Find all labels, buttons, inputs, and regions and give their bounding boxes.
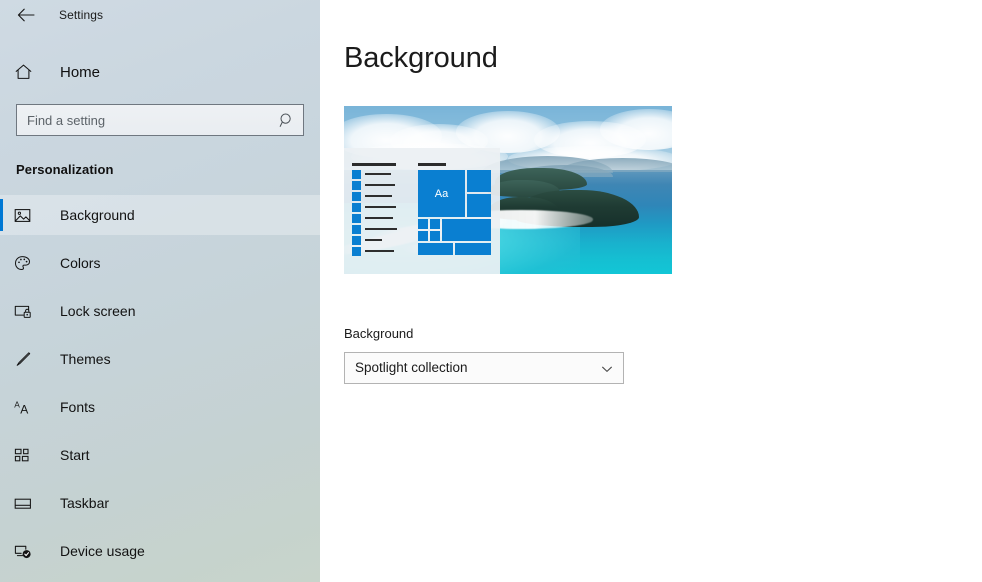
search-field-container — [16, 104, 304, 136]
sidebar-item-fonts-label: Fonts — [60, 400, 95, 414]
sidebar-item-lock-screen[interactable]: Lock screen — [0, 291, 320, 331]
sidebar-item-taskbar-label: Taskbar — [60, 496, 109, 510]
svg-text:A: A — [20, 402, 28, 415]
sidebar-item-taskbar[interactable]: Taskbar — [0, 483, 320, 523]
sidebar-item-background-label: Background — [60, 208, 135, 222]
sidebar: Settings Home Personalization — [0, 0, 320, 582]
app-label-line — [365, 239, 382, 241]
app-label-line — [365, 173, 391, 175]
app-label-line — [365, 228, 397, 230]
start-menu-list-item — [352, 214, 412, 222]
start-menu-list-item — [352, 225, 412, 233]
app-tile-square — [352, 192, 361, 201]
start-tile — [418, 243, 453, 255]
sidebar-item-themes[interactable]: Themes — [0, 339, 320, 379]
start-tile — [467, 170, 491, 192]
chevron-down-icon — [601, 362, 613, 374]
start-tile — [467, 194, 491, 217]
sidebar-item-home[interactable]: Home — [0, 54, 320, 90]
page-title: Background — [344, 44, 498, 73]
start-tile — [430, 219, 440, 229]
app-label-line — [365, 195, 392, 197]
start-menu-list-item — [352, 181, 412, 189]
start-menu-list-item — [352, 192, 412, 200]
main-content: Background — [320, 0, 982, 582]
start-menu-list-item — [352, 236, 412, 244]
desktop-wallpaper-preview[interactable]: Aa — [344, 106, 672, 274]
background-select-container: Spotlight collection — [344, 352, 624, 384]
app-tile-square — [352, 225, 361, 234]
start-menu-mockup: Aa — [344, 148, 500, 274]
sidebar-item-background[interactable]: Background — [0, 195, 320, 235]
start-menu-list-item — [352, 170, 412, 178]
sidebar-item-device-usage[interactable]: Device usage — [0, 531, 320, 571]
sidebar-item-fonts[interactable]: A A Fonts — [0, 387, 320, 427]
sidebar-item-lock-screen-label: Lock screen — [60, 304, 135, 318]
start-menu-list-item — [352, 247, 412, 255]
start-tile-aa: Aa — [418, 170, 465, 217]
taskbar-icon — [14, 493, 36, 513]
start-menu-tile-grid: Aa — [418, 170, 491, 266]
start-tile — [430, 231, 440, 241]
start-menu-list-item — [352, 203, 412, 211]
brush-icon — [14, 349, 36, 369]
app-tile-square — [352, 203, 361, 212]
sidebar-item-colors-label: Colors — [60, 256, 100, 270]
device-usage-icon — [14, 541, 36, 561]
sidebar-item-start-label: Start — [60, 448, 90, 462]
search-input[interactable] — [16, 104, 304, 136]
fonts-icon: A A — [14, 397, 36, 417]
start-menu-tile-area: Aa — [418, 163, 491, 266]
sidebar-nav: Background Colors — [0, 195, 320, 571]
home-icon — [14, 63, 36, 81]
sidebar-item-start[interactable]: Start — [0, 435, 320, 475]
start-tile — [442, 219, 491, 241]
settings-window: Settings Home Personalization — [0, 0, 982, 582]
start-tile — [418, 219, 428, 229]
back-arrow-icon — [17, 8, 35, 22]
start-grid-icon — [14, 445, 36, 465]
sidebar-item-themes-label: Themes — [60, 352, 111, 366]
title-bar: Settings — [0, 0, 320, 30]
back-button[interactable] — [12, 2, 40, 28]
start-menu-rule — [352, 163, 396, 166]
palette-icon — [14, 253, 36, 273]
app-label-line — [365, 206, 396, 208]
app-tile-square — [352, 214, 361, 223]
sidebar-item-device-usage-label: Device usage — [60, 544, 145, 558]
sidebar-section-heading: Personalization — [16, 162, 320, 177]
app-tile-square — [352, 236, 361, 245]
app-tile-square — [352, 247, 361, 256]
lock-screen-icon — [14, 301, 36, 321]
app-tile-square — [352, 170, 361, 179]
start-menu-group-rule — [418, 163, 446, 166]
background-select-value: Spotlight collection — [355, 361, 601, 375]
background-field-label: Background — [344, 327, 413, 340]
image-icon — [14, 205, 36, 225]
app-label-line — [365, 184, 395, 186]
window-title: Settings — [59, 9, 103, 21]
sidebar-item-home-label: Home — [60, 65, 100, 80]
app-label-line — [365, 250, 394, 252]
app-label-line — [365, 217, 393, 219]
app-tile-square — [352, 181, 361, 190]
start-menu-app-list — [352, 163, 412, 258]
sidebar-item-colors[interactable]: Colors — [0, 243, 320, 283]
start-tile — [418, 231, 428, 241]
background-select[interactable]: Spotlight collection — [344, 352, 624, 384]
start-tile — [455, 243, 491, 255]
